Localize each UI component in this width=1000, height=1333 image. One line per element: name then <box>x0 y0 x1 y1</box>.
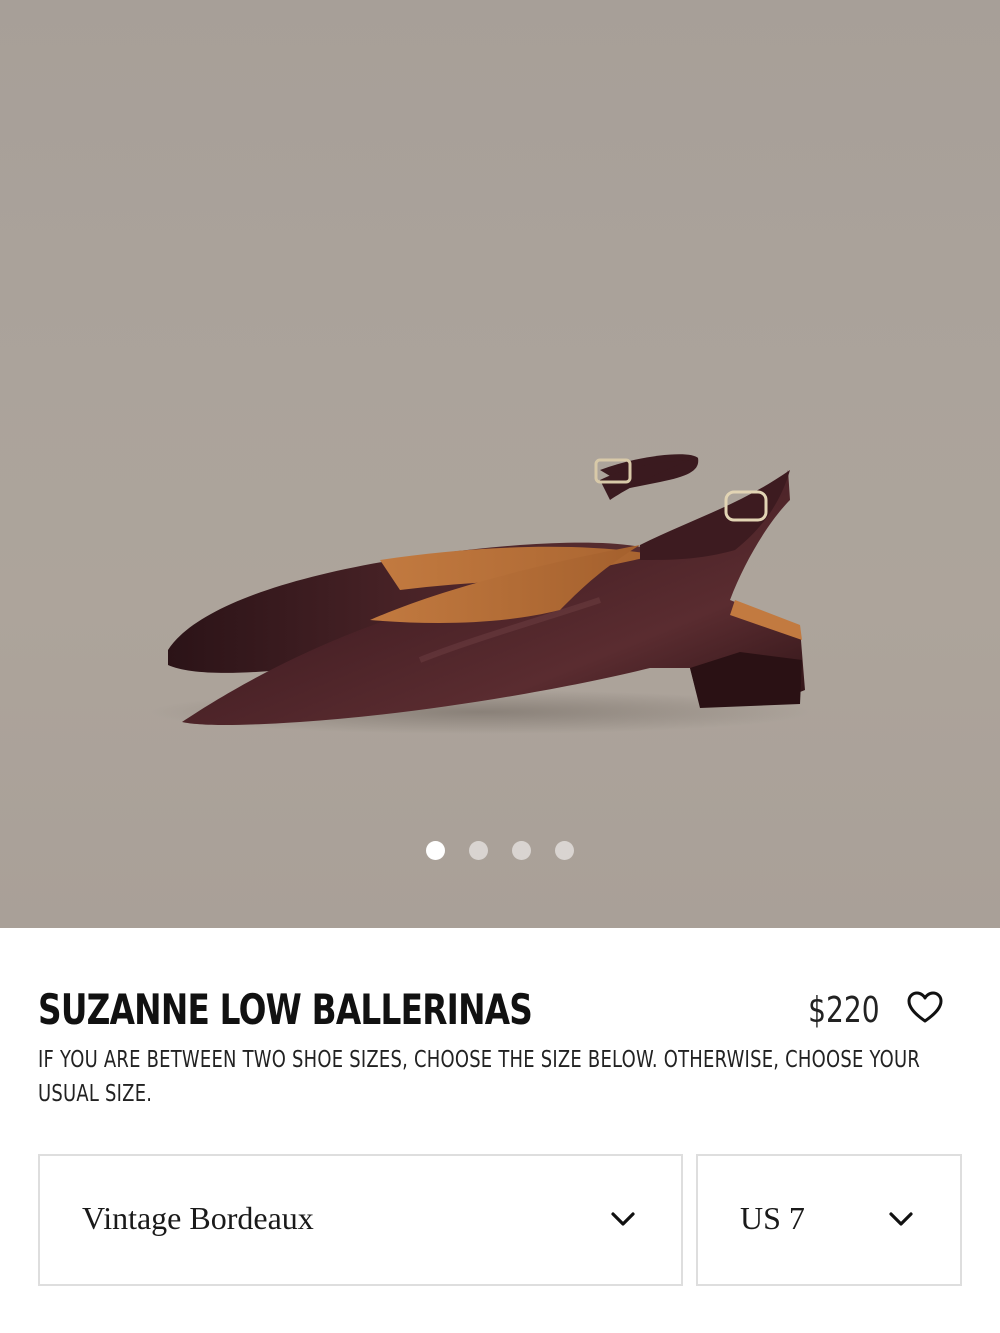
product-title: SUZANNE LOW BALLERINAS <box>38 985 533 1034</box>
size-guidance-note: IF YOU ARE BETWEEN TWO SHOE SIZES, CHOOS… <box>38 1047 921 1107</box>
chevron-down-icon <box>888 1210 914 1228</box>
product-image-carousel[interactable] <box>0 0 1000 928</box>
heart-outline-icon[interactable] <box>906 990 944 1026</box>
product-info: SUZANNE LOW BALLERINAS $220 IF YOU ARE B… <box>0 928 1000 1333</box>
carousel-dot-2[interactable] <box>469 840 488 860</box>
color-select-value: Vintage Bordeaux <box>82 1200 314 1236</box>
product-image <box>150 454 810 734</box>
chevron-down-icon <box>610 1210 636 1228</box>
carousel-dot-1[interactable] <box>426 840 445 860</box>
color-select[interactable]: Vintage Bordeaux <box>38 1154 683 1286</box>
carousel-dot-3[interactable] <box>512 840 531 860</box>
product-price: $220 <box>808 990 880 1031</box>
size-select[interactable]: US 7 <box>696 1154 962 1286</box>
size-select-value: US 7 <box>740 1200 805 1236</box>
carousel-pagination <box>0 838 1000 862</box>
carousel-dot-4[interactable] <box>555 840 574 860</box>
